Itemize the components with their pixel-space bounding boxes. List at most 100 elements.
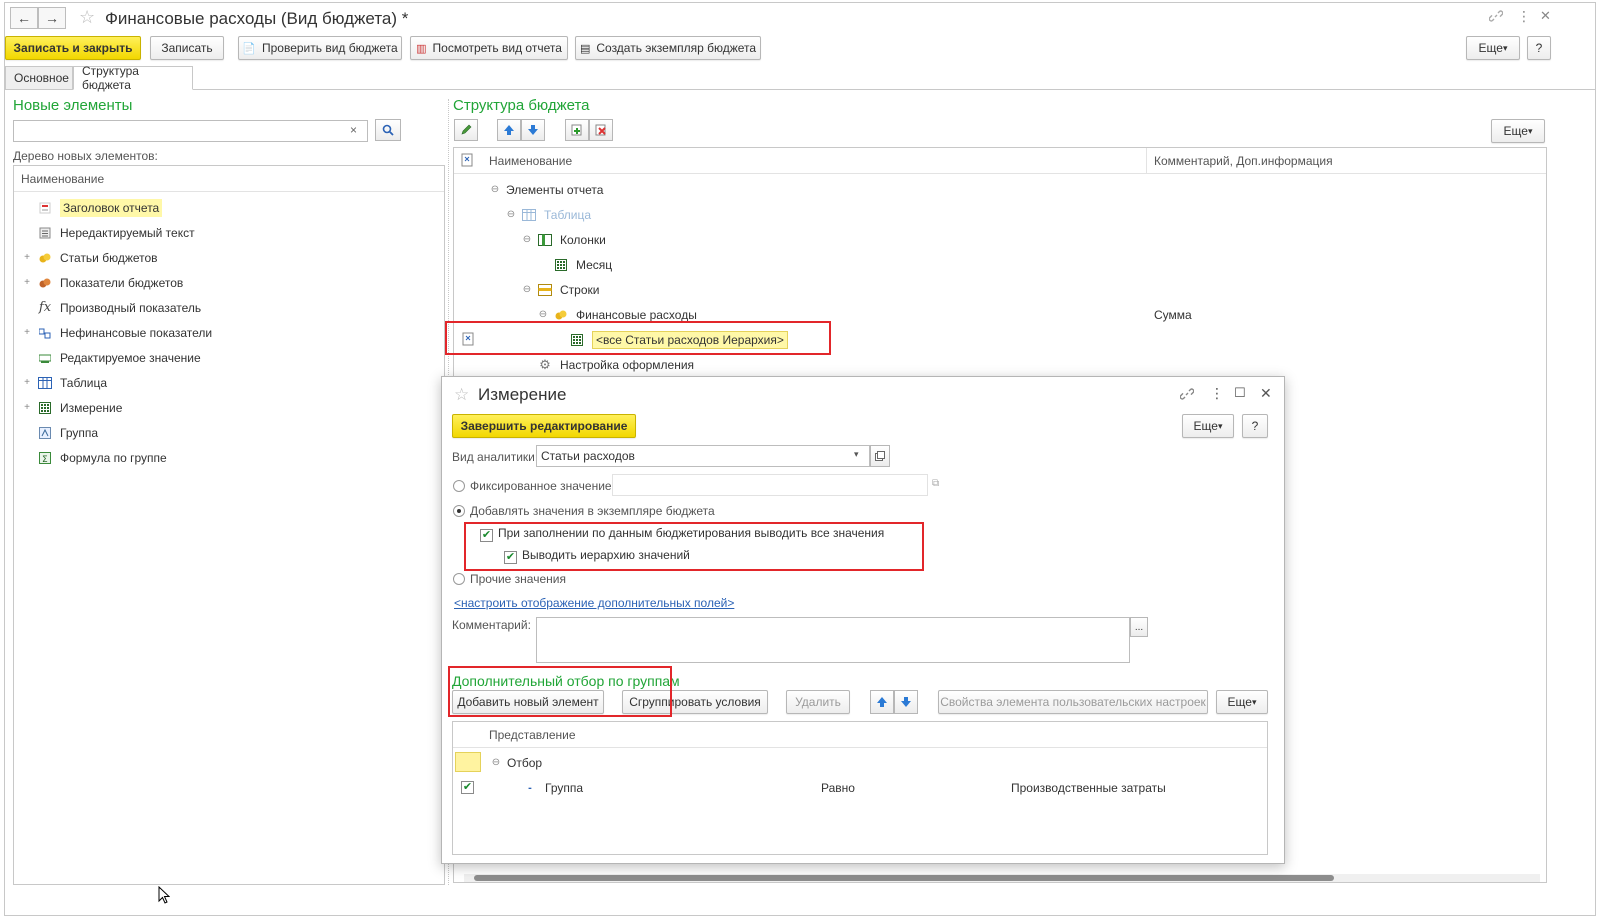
tree-item-report-title[interactable]: Заголовок отчета (22, 195, 163, 220)
edit-button[interactable] (454, 119, 478, 141)
filter-value[interactable]: Производственные затраты (1011, 781, 1166, 795)
structure-more-button[interactable]: Еще (1491, 119, 1545, 143)
back-button[interactable]: ← (10, 7, 38, 29)
element-properties-button[interactable]: Свойства элемента пользовательских настр… (938, 690, 1208, 714)
highlight-frame-dimension-row (445, 321, 831, 355)
table-icon (522, 208, 536, 222)
finish-editing-button[interactable]: Завершить редактирование (452, 414, 636, 438)
group-icon (38, 426, 52, 440)
structure-row-table[interactable]: ⊖ Таблица (506, 202, 591, 227)
structure-row-formatting[interactable]: ⚙ Настройка оформления (538, 352, 694, 377)
fixed-value-input[interactable] (612, 474, 928, 496)
financial-expenses-comment: Сумма (1154, 308, 1192, 322)
filter-more-button[interactable]: Еще (1216, 690, 1268, 714)
add-element-button[interactable] (565, 119, 589, 141)
fixed-value-label: Фиксированное значение (470, 479, 612, 493)
view-report-button[interactable]: ▥ Посмотреть вид отчета (410, 36, 568, 60)
budget-items-icon (38, 251, 52, 265)
dialog-more-button[interactable]: Еще (1182, 414, 1234, 438)
table-icon (38, 376, 52, 390)
structure-row-month[interactable]: Месяц (538, 252, 612, 277)
svg-text:Σ: Σ (42, 455, 48, 464)
configure-fields-link[interactable]: <настроить отображение дополнительных по… (454, 596, 734, 610)
save-button[interactable]: Записать (150, 36, 224, 60)
filter-move-down-button[interactable] (894, 690, 918, 714)
search-icon (382, 124, 394, 136)
comment-label: Комментарий: (452, 618, 531, 632)
tree-item-budget-items[interactable]: + Статьи бюджетов (22, 245, 157, 270)
structure-row-report-elements[interactable]: ⊖ Элементы отчета (490, 177, 604, 202)
fixed-value-radio[interactable] (453, 480, 465, 495)
settings-column-icon[interactable] (461, 153, 475, 170)
more-button[interactable]: Еще (1466, 36, 1520, 60)
favorite-star-icon[interactable]: ☆ (454, 385, 469, 405)
link-icon[interactable] (1488, 9, 1504, 26)
new-elements-title: Новые элементы (13, 97, 133, 114)
link-icon[interactable] (1179, 387, 1195, 404)
scrollbar-thumb[interactable] (474, 875, 1334, 881)
forward-button[interactable]: → (38, 7, 66, 29)
tree-item-table[interactable]: + Таблица (22, 370, 107, 395)
tree-column-header: Наименование (14, 166, 444, 192)
tree-item-editable-value[interactable]: Редактируемое значение (22, 345, 201, 370)
dialog-help-button[interactable]: ? (1242, 414, 1268, 438)
favorite-star-icon[interactable]: ☆ (79, 7, 95, 28)
filter-condition[interactable]: Равно (821, 781, 855, 795)
dimension-icon (38, 401, 52, 415)
more-menu-icon[interactable]: ⋮ (1517, 8, 1531, 25)
budget-items-icon (554, 308, 568, 322)
dimension-dialog: ☆ Измерение ⋮ ☐ ✕ Завершить редактирован… (441, 376, 1285, 864)
close-icon[interactable]: ✕ (1260, 385, 1272, 402)
filter-move-up-button[interactable] (870, 690, 894, 714)
tree-item-dimension[interactable]: + Измерение (22, 395, 122, 420)
maximize-icon[interactable]: ☐ (1234, 385, 1246, 401)
tree-item-derived-indicator[interactable]: fx Производный показатель (22, 295, 201, 320)
save-and-close-button[interactable]: Записать и закрыть (5, 36, 141, 60)
search-input[interactable] (13, 120, 368, 142)
tab-budget-structure[interactable]: Структура бюджета (73, 64, 193, 92)
open-icon[interactable]: ⧉ (932, 478, 939, 489)
help-button[interactable]: ? (1527, 36, 1551, 60)
editable-value-icon (38, 351, 52, 365)
tree-item-nonfinancial[interactable]: + Нефинансовые показатели (22, 320, 212, 345)
move-up-button[interactable] (497, 119, 521, 141)
structure-row-columns[interactable]: ⊖ Колонки (522, 227, 606, 252)
add-values-radio[interactable] (453, 505, 465, 520)
comment-edit-button[interactable]: ... (1130, 617, 1148, 637)
budget-indicators-icon (38, 276, 52, 290)
gear-icon: ⚙ (539, 356, 551, 372)
nonfinancial-icon (38, 326, 52, 340)
report-icon: ▥ (416, 42, 427, 55)
chevron-down-icon[interactable]: ▾ (854, 449, 859, 460)
filter-root-selection[interactable] (455, 752, 481, 772)
tree-item-budget-indicators[interactable]: + Показатели бюджетов (22, 270, 183, 295)
add-icon (571, 124, 582, 136)
close-icon[interactable]: ✕ (1540, 8, 1551, 24)
structure-row-rows[interactable]: ⊖ Строки (522, 277, 600, 302)
other-values-radio[interactable] (453, 573, 465, 588)
filter-row-root[interactable]: ⊖ Отбор (491, 750, 542, 775)
pencil-icon (461, 124, 472, 135)
comment-textarea[interactable] (536, 617, 1130, 663)
create-instance-button[interactable]: ▤ Создать экземпляр бюджета (575, 36, 761, 60)
tree-label: Дерево новых элементов: (13, 149, 158, 163)
horizontal-scrollbar[interactable] (464, 874, 1540, 882)
tree-item-group-formula[interactable]: Σ Формула по группе (22, 445, 167, 470)
minus-icon: - (528, 781, 532, 794)
open-analytics-button[interactable] (870, 445, 890, 467)
delete-button[interactable]: Удалить (786, 690, 850, 714)
tree-item-static-text[interactable]: Нередактируемый текст (22, 220, 195, 245)
text-icon (38, 226, 52, 240)
analytics-select[interactable]: Статьи расходов (536, 445, 870, 467)
more-menu-icon[interactable]: ⋮ (1210, 385, 1224, 402)
clear-search-icon[interactable]: × (350, 123, 357, 137)
column-name-header: Наименование (489, 154, 573, 168)
filter-row-checkbox[interactable]: ✔ (461, 779, 474, 794)
search-button[interactable] (375, 119, 401, 141)
tree-item-group[interactable]: Группа (22, 420, 98, 445)
move-down-button[interactable] (521, 119, 545, 141)
delete-element-button[interactable] (589, 119, 613, 141)
filter-row-group[interactable]: - Группа (523, 775, 583, 800)
check-budget-type-button[interactable]: 📄 Проверить вид бюджета (238, 36, 402, 60)
tab-main[interactable]: Основное (5, 66, 73, 90)
